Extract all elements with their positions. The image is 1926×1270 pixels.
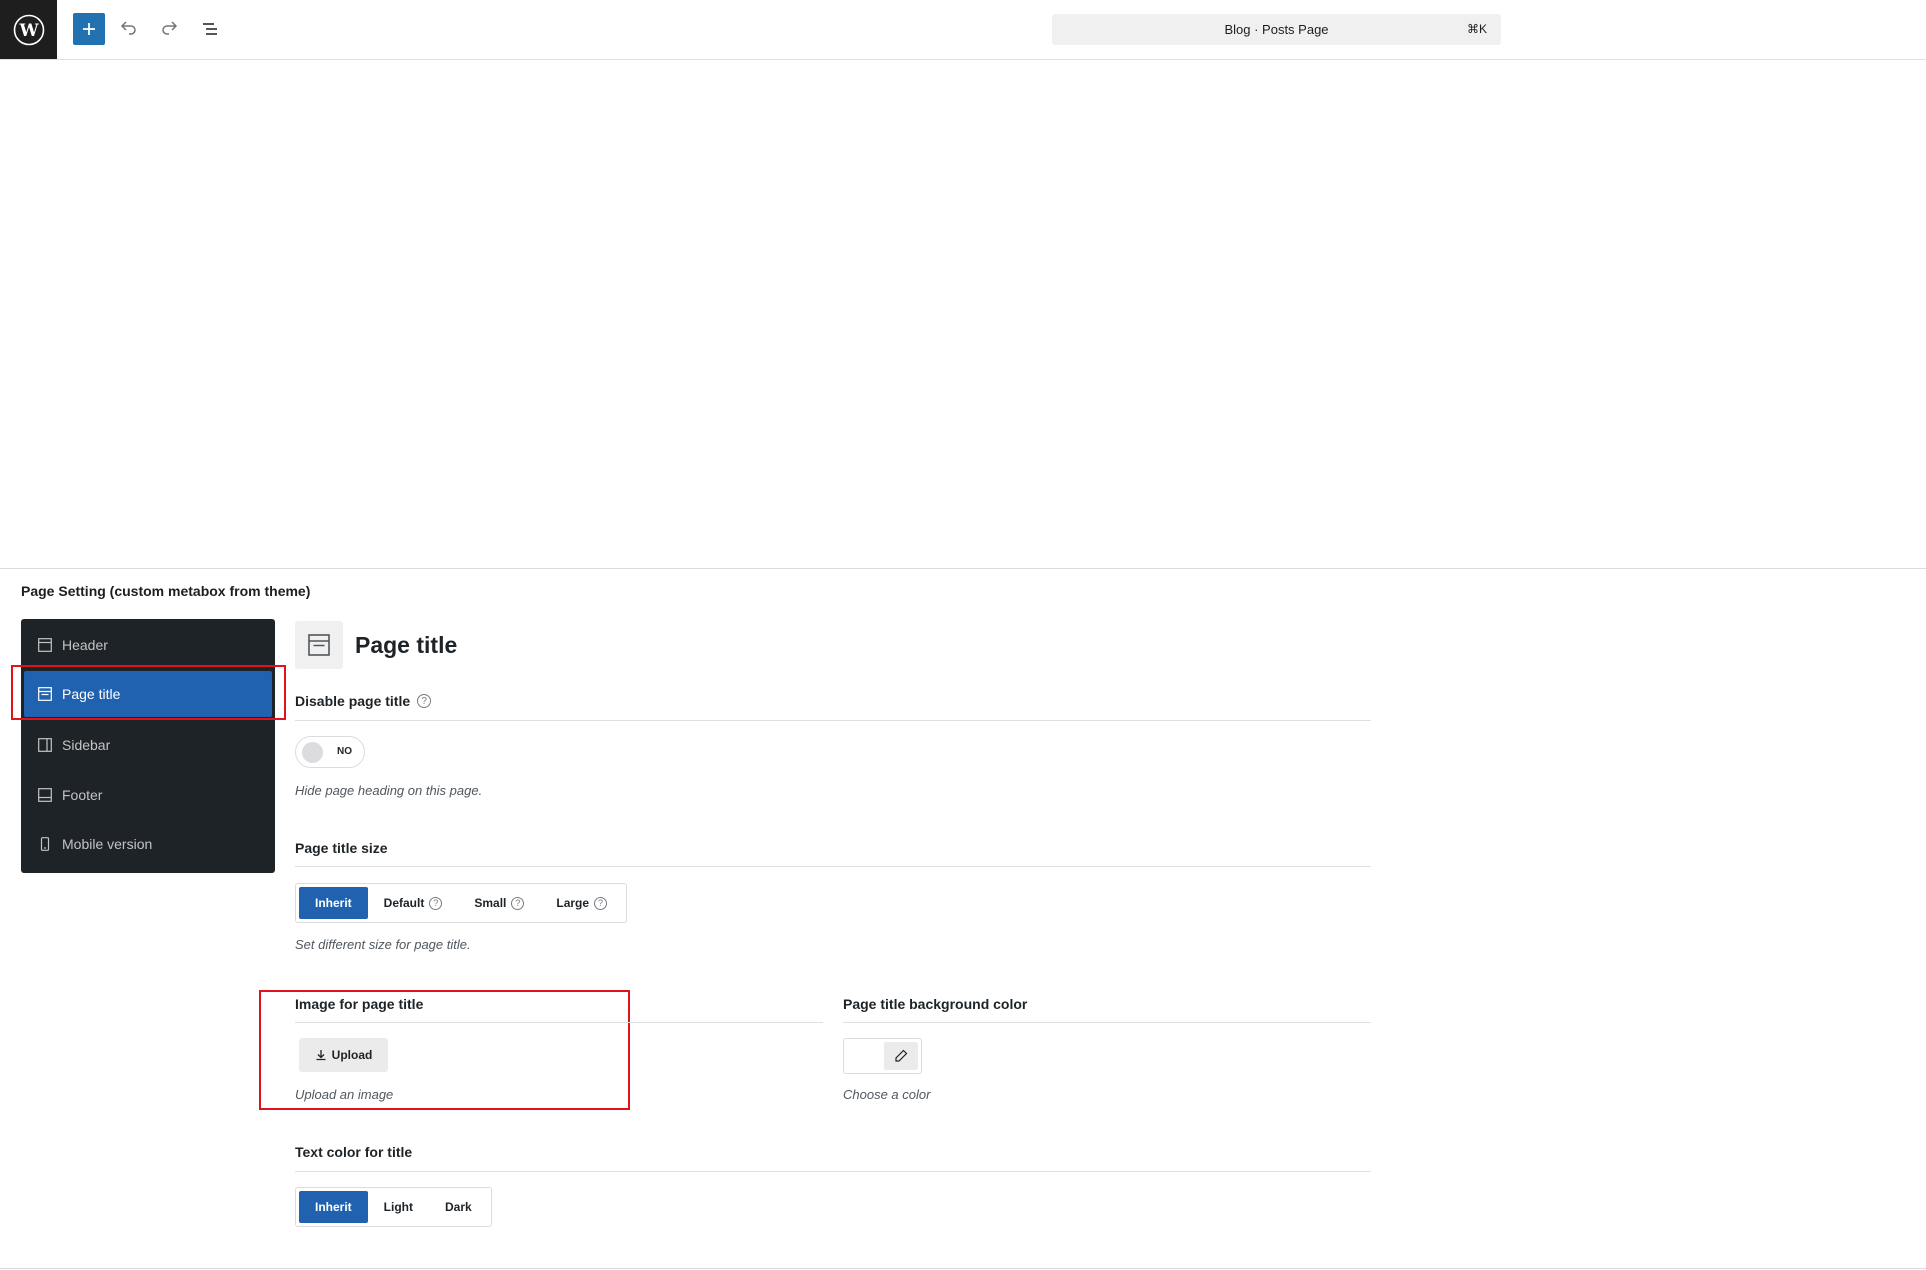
nav-item-footer[interactable]: Footer xyxy=(24,772,272,818)
redo-icon[interactable] xyxy=(153,13,185,45)
title-size-description: Set different size for page title. xyxy=(295,937,471,952)
plus-icon[interactable] xyxy=(73,13,105,45)
nav-item-label: Sidebar xyxy=(62,737,111,753)
svg-text:W: W xyxy=(18,21,39,41)
footer-layout-icon xyxy=(37,787,53,803)
title-size-inherit[interactable]: Inherit xyxy=(299,887,368,919)
disable-title-toggle[interactable]: NO xyxy=(295,736,365,768)
nav-item-label: Footer xyxy=(62,787,103,803)
help-icon[interactable]: ? xyxy=(594,896,608,910)
nav-item-page-title[interactable]: Page title xyxy=(24,671,272,717)
settings-nav: Header Page title Sidebar Footer Mobile … xyxy=(21,619,275,873)
divider xyxy=(295,1022,823,1023)
nav-item-label: Mobile version xyxy=(62,836,153,852)
disable-title-description: Hide page heading on this page. xyxy=(295,783,483,798)
mobile-icon xyxy=(37,836,53,852)
image-label: Image for page title xyxy=(295,996,424,1012)
nav-item-label: Page title xyxy=(62,686,121,702)
upload-button[interactable]: Upload xyxy=(299,1038,388,1072)
title-size-selector: Inherit Default ? Small ? Large ? xyxy=(295,883,628,923)
metabox-title: Page Setting (custom metabox from theme) xyxy=(21,583,311,599)
header-layout-icon xyxy=(37,637,53,653)
page-title-layout-icon xyxy=(37,686,53,702)
divider xyxy=(295,1171,1371,1172)
nav-item-header[interactable]: Header xyxy=(24,622,272,668)
title-size-default[interactable]: Default ? xyxy=(368,887,459,919)
undo-icon[interactable] xyxy=(113,13,145,45)
title-size-large[interactable]: Large ? xyxy=(540,887,623,919)
bg-color-picker[interactable] xyxy=(843,1038,922,1074)
download-icon xyxy=(315,1049,327,1061)
text-color-dark[interactable]: Dark xyxy=(429,1191,488,1223)
text-color-light[interactable]: Light xyxy=(368,1191,429,1223)
help-icon[interactable]: ? xyxy=(429,896,443,910)
eyedropper-icon[interactable] xyxy=(884,1042,918,1070)
help-icon[interactable]: ? xyxy=(417,694,432,708)
shortcut-hint: ⌘K xyxy=(1466,22,1487,36)
image-description: Upload an image xyxy=(295,1087,394,1102)
divider xyxy=(295,866,1371,867)
page-title-layout-icon xyxy=(295,621,343,669)
panel-title: Page title xyxy=(355,632,458,658)
bg-color-label: Page title background color xyxy=(843,996,1028,1012)
list-view-icon[interactable] xyxy=(194,13,226,45)
toggle-knob xyxy=(302,742,323,763)
nav-item-mobile-version[interactable]: Mobile version xyxy=(24,821,272,867)
nav-item-label: Header xyxy=(62,637,108,653)
metabox-bottom-divider xyxy=(0,1268,1926,1269)
divider xyxy=(843,1022,1371,1023)
title-size-label: Page title size xyxy=(295,840,388,856)
text-color-inherit[interactable]: Inherit xyxy=(299,1191,368,1223)
nav-item-sidebar[interactable]: Sidebar xyxy=(24,722,272,768)
disable-title-label: Disable page title ? xyxy=(295,693,432,709)
wordpress-logo-icon[interactable]: W xyxy=(0,0,57,59)
text-color-selector: Inherit Light Dark xyxy=(295,1187,492,1227)
sidebar-layout-icon xyxy=(37,737,53,753)
metabox-divider xyxy=(0,568,1926,569)
toggle-state: NO xyxy=(337,746,352,757)
text-color-label: Text color for title xyxy=(295,1144,413,1160)
bg-color-description: Choose a color xyxy=(843,1087,931,1102)
title-size-small[interactable]: Small ? xyxy=(458,887,540,919)
document-title: Blog · Posts Page xyxy=(1224,22,1329,37)
help-icon[interactable]: ? xyxy=(511,896,525,910)
editor-header: W Blog · Posts Page ⌘K xyxy=(0,0,1926,60)
command-palette-button[interactable]: Blog · Posts Page ⌘K xyxy=(1052,14,1501,45)
divider xyxy=(295,720,1371,721)
